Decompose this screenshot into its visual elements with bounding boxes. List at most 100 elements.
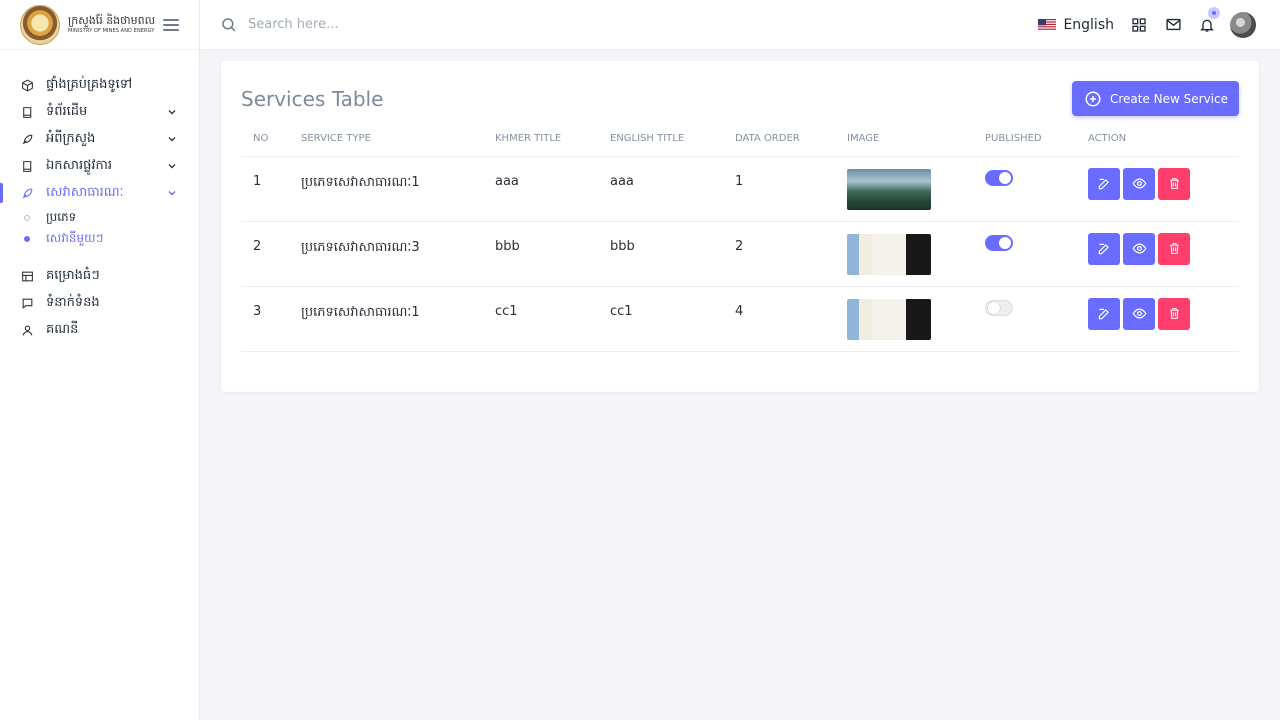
- language-label: English: [1063, 16, 1114, 33]
- avatar[interactable]: [1230, 11, 1256, 38]
- view-button[interactable]: [1123, 167, 1155, 200]
- feather-icon: [20, 187, 34, 201]
- bullet-icon: [24, 214, 30, 221]
- sidebar-item-label: គណនី: [46, 322, 79, 337]
- edit-icon: [1098, 178, 1109, 189]
- services-table: NO SERVICE TYPE KHMER TITLE ENGLISH TITL…: [241, 121, 1239, 352]
- book-icon: [20, 160, 34, 174]
- submenu-item-services[interactable]: សេវានីមួយៗ: [0, 228, 199, 249]
- plus-circle-icon: [1085, 91, 1101, 106]
- sidebar-item-public-services[interactable]: សេវាសាធារណៈ: [0, 180, 199, 207]
- mail-icon[interactable]: [1164, 16, 1182, 34]
- column-header: ENGLISH TITLE: [598, 121, 723, 157]
- language-switcher[interactable]: English: [1038, 17, 1114, 33]
- cell-actions: [1076, 156, 1239, 222]
- sidebar-item-label: ផ្ទាំងគ្រប់គ្រងទូទៅ: [46, 77, 133, 92]
- brand: ក្រសួងរ៉ែ និងថាមពល MINISTRY OF MINES AND…: [0, 0, 199, 50]
- cell-image: [835, 286, 973, 352]
- notification-bell-icon[interactable]: [1198, 6, 1220, 34]
- delete-button[interactable]: [1158, 232, 1190, 265]
- eye-icon: [1132, 243, 1146, 254]
- edit-button[interactable]: [1088, 297, 1120, 330]
- table-icon: [20, 270, 34, 284]
- trash-icon: [1169, 308, 1179, 319]
- cell-data-order: 4: [723, 286, 835, 352]
- sidebar-item-account[interactable]: គណនី: [0, 317, 199, 344]
- sidebar-item-label: ទំនាក់ទំនង: [46, 295, 100, 310]
- edit-button[interactable]: [1088, 232, 1120, 265]
- cell-published: [973, 221, 1076, 287]
- topbar: English: [200, 0, 1280, 50]
- menu-toggle-icon[interactable]: [163, 18, 179, 31]
- sidebar-item-about[interactable]: អំពីក្រសួង: [0, 126, 199, 153]
- cell-published: [973, 286, 1076, 352]
- cell-no: 1: [241, 156, 289, 222]
- service-image-thumbnail[interactable]: [847, 168, 931, 210]
- published-toggle[interactable]: [985, 169, 1013, 186]
- services-card: Services Table Create New Service NO SER…: [221, 61, 1259, 392]
- book-icon: [20, 106, 34, 120]
- brand-title-en: MINISTRY OF MINES AND ENERGY: [68, 28, 155, 34]
- us-flag-icon: [1038, 18, 1057, 31]
- cell-khmer-title: cc1: [483, 286, 598, 352]
- sidebar-item-projects[interactable]: គម្រោងធំៗ: [0, 263, 199, 290]
- delete-button[interactable]: [1158, 167, 1190, 200]
- submenu-item-types[interactable]: ប្រភេទ: [0, 207, 199, 228]
- ministry-logo[interactable]: [20, 4, 60, 45]
- create-service-button[interactable]: Create New Service: [1071, 81, 1239, 116]
- cell-english-title: cc1: [598, 286, 723, 352]
- column-header: PUBLISHED: [973, 121, 1076, 157]
- cell-image: [835, 221, 973, 287]
- cell-english-title: bbb: [598, 221, 723, 287]
- apps-grid-icon[interactable]: [1130, 16, 1148, 34]
- service-image-thumbnail[interactable]: [847, 233, 931, 275]
- trash-icon: [1169, 243, 1179, 254]
- view-button[interactable]: [1123, 297, 1155, 330]
- edit-icon: [1098, 243, 1109, 254]
- brand-text: ក្រសួងរ៉ែ និងថាមពល MINISTRY OF MINES AND…: [68, 14, 155, 35]
- chat-icon: [20, 297, 34, 311]
- chevron-down-icon: [168, 164, 176, 169]
- search-bar: [220, 16, 488, 34]
- sidebar-item-label: គម្រោងធំៗ: [46, 268, 100, 283]
- column-header: SERVICE TYPE: [289, 121, 483, 157]
- chevron-down-icon: [168, 137, 176, 142]
- table-row: 3 ប្រភេទសេវាសាធារណៈ1 cc1 cc1 4: [241, 286, 1239, 352]
- sidebar-item-documents[interactable]: ឯកសារផ្លូវការ: [0, 153, 199, 180]
- topbar-actions: English: [1038, 6, 1256, 38]
- sidebar-item-contact[interactable]: ទំនាក់ទំនង: [0, 290, 199, 317]
- column-header: IMAGE: [835, 121, 973, 157]
- view-button[interactable]: [1123, 232, 1155, 265]
- published-toggle[interactable]: [985, 299, 1013, 316]
- page-title: Services Table: [241, 87, 384, 111]
- chevron-down-icon: [168, 191, 176, 196]
- table-row: 2 ប្រភេទសេវាសាធារណៈ3 bbb bbb 2: [241, 221, 1239, 287]
- column-header: DATA ORDER: [723, 121, 835, 157]
- cell-service-type: ប្រភេទសេវាសាធារណៈ1: [289, 156, 483, 222]
- sidebar-item-label: ឯកសារផ្លូវការ: [46, 158, 113, 173]
- sidebar-item-label: សេវាសាធារណៈ: [46, 185, 124, 200]
- cell-english-title: aaa: [598, 156, 723, 222]
- cell-khmer-title: aaa: [483, 156, 598, 222]
- sidebar: ក្រសួងរ៉ែ និងថាមពល MINISTRY OF MINES AND…: [0, 0, 200, 720]
- table-header-row: NO SERVICE TYPE KHMER TITLE ENGLISH TITL…: [241, 121, 1239, 157]
- edit-icon: [1098, 308, 1109, 319]
- edit-button[interactable]: [1088, 167, 1120, 200]
- delete-button[interactable]: [1158, 297, 1190, 330]
- sidebar-item-dashboard[interactable]: ផ្ទាំងគ្រប់គ្រងទូទៅ: [0, 72, 199, 99]
- cell-data-order: 2: [723, 221, 835, 287]
- trash-icon: [1169, 178, 1179, 189]
- sidebar-item-home[interactable]: ទំព័រដើម: [0, 99, 199, 126]
- chevron-down-icon: [168, 110, 176, 115]
- cell-service-type: ប្រភេទសេវាសាធារណៈ3: [289, 221, 483, 287]
- service-image-thumbnail[interactable]: [847, 298, 931, 340]
- submenu-item-label: សេវានីមួយៗ: [46, 230, 104, 245]
- notification-badge: [1208, 6, 1220, 19]
- published-toggle[interactable]: [985, 234, 1013, 251]
- column-header: ACTION: [1076, 121, 1239, 157]
- bullet-icon: [24, 235, 30, 242]
- search-input[interactable]: [248, 17, 488, 32]
- eye-icon: [1132, 308, 1146, 319]
- table-row: 1 ប្រភេទសេវាសាធារណៈ1 aaa aaa 1: [241, 156, 1239, 222]
- cell-actions: [1076, 221, 1239, 287]
